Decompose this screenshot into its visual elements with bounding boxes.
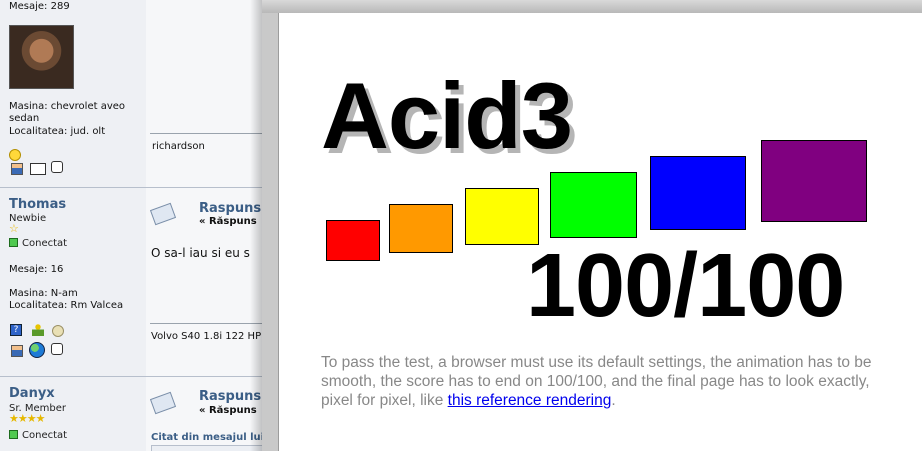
test-box-5 [650, 156, 746, 230]
smiley-icon[interactable] [9, 149, 21, 161]
profile-icon[interactable] [11, 345, 23, 357]
acid3-page: Acid3 100/100 To pass the test, a browse… [278, 13, 922, 451]
test-box-6 [761, 140, 867, 222]
online-status: Conectat [9, 238, 67, 249]
post-location: Localitatea: jud. olt [9, 126, 106, 137]
forum-post-top: Mesaje: 289 Masina: chevrolet aveo sedan… [0, 0, 280, 187]
reply-subtitle: « Răspuns [199, 405, 257, 416]
help-icon[interactable]: ? [10, 324, 22, 336]
message-icon[interactable] [51, 343, 63, 355]
online-status: Conectat [9, 430, 67, 441]
reply-subtitle: « Răspuns [199, 216, 257, 227]
post-signature: richardson [152, 141, 205, 152]
test-box-4 [550, 172, 637, 238]
message-icon[interactable] [51, 161, 63, 173]
online-icon [9, 430, 18, 439]
page-title: Acid3 [321, 63, 573, 168]
rank-stars: ★★★★ [9, 412, 45, 425]
test-box-2 [389, 204, 453, 253]
online-icon [9, 238, 18, 247]
reference-rendering-link[interactable]: this reference rendering [448, 392, 612, 409]
profile-icon[interactable] [11, 163, 23, 175]
test-box-1 [326, 220, 380, 261]
post-body: O sa-l iau si eu s [151, 246, 250, 260]
forum-background: Mesaje: 289 Masina: chevrolet aveo sedan… [0, 0, 280, 451]
post-username[interactable]: Danyx [9, 386, 55, 401]
score: 100/100 [526, 236, 845, 336]
post-username[interactable]: Thomas [9, 197, 66, 212]
post-messages-count: Mesaje: 16 [9, 264, 64, 275]
person-icon[interactable] [32, 324, 44, 336]
rank-stars: ☆ [9, 222, 19, 235]
description: To pass the test, a browser must use its… [321, 354, 872, 409]
forum-post-thomas: Thomas Newbie ☆ Conectat Mesaje: 16 Masi… [0, 188, 280, 376]
avatar[interactable] [9, 25, 74, 89]
window-titlebar[interactable] [262, 0, 922, 13]
quote-header: Citat din mesajul lui [151, 432, 265, 443]
post-signature: Volvo S40 1.8i 122 HP [151, 331, 262, 342]
post-car: Masina: N-am [9, 288, 78, 299]
post-car: Masina: chevrolet aveo sedan [9, 101, 126, 124]
post-location: Localitatea: Rm Valcea [9, 300, 124, 311]
forum-post-danyx: Danyx Sr. Member ★★★★ Conectat Raspuns «… [0, 377, 280, 451]
post-messages-count: Mesaje: 289 [9, 1, 70, 12]
browser-window: Acid3 100/100 To pass the test, a browse… [262, 0, 922, 451]
smiley-icon[interactable] [52, 325, 64, 337]
globe-icon[interactable] [29, 342, 45, 358]
email-icon[interactable] [30, 163, 46, 175]
